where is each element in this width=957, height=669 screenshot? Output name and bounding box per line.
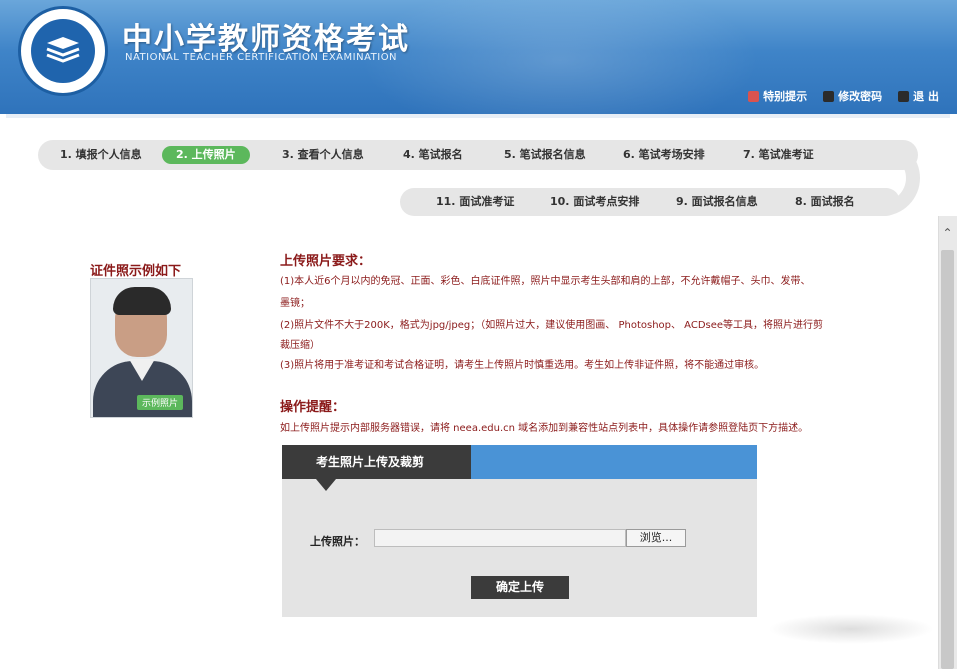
step-written-register[interactable]: 4. 笔试报名 <box>403 146 463 164</box>
photo-hair <box>113 287 171 315</box>
requirement-line: (1)本人近6个月以内的免冠、正面、彩色、白底证件照，照片中显示考生头部和肩的上… <box>280 276 811 287</box>
step-interview-admission[interactable]: 11. 面试准考证 <box>436 193 514 211</box>
panel-tab-arrow <box>316 479 336 491</box>
step-written-room[interactable]: 6. 笔试考场安排 <box>623 146 705 164</box>
upload-panel: 考生照片上传及裁剪 上传照片： 浏览... 确定上传 <box>282 445 757 617</box>
top-links: 特别提示 修改密码 退 出 <box>748 88 939 104</box>
blurred-watermark <box>768 614 934 644</box>
change-password-link[interactable]: 修改密码 <box>823 88 882 104</box>
example-badge: 示例照片 <box>137 395 184 410</box>
page-header: 中小学教师资格考试 NATIONAL TEACHER CERTIFICATION… <box>0 0 957 114</box>
logout-label: 退 出 <box>913 90 939 103</box>
browse-button[interactable]: 浏览... <box>626 529 686 547</box>
step-upload-photo[interactable]: 2. 上传照片 <box>162 146 250 164</box>
chevron-up-icon[interactable]: ⌃ <box>941 226 954 240</box>
confirm-upload-button[interactable]: 确定上传 <box>471 576 569 599</box>
panel-header-bar <box>471 445 757 479</box>
step-view-info[interactable]: 3. 查看个人信息 <box>282 146 364 164</box>
panel-title: 考生照片上传及裁剪 <box>282 445 471 479</box>
upload-file-input[interactable] <box>374 529 626 547</box>
requirement-line: 裁压缩） <box>280 340 320 351</box>
book-icon <box>46 37 80 63</box>
logout-icon <box>898 90 910 102</box>
requirement-line: (2)照片文件不大于200K，格式为jpg/jpeg；（如照片过大，建议使用图画… <box>280 320 824 331</box>
tip-text: 如上传照片提示内部服务器错误，请将 neea.edu.cn 域名添加到兼容性站点… <box>280 423 809 434</box>
scrollbar-thumb[interactable] <box>941 250 954 669</box>
step-interview-site[interactable]: 10. 面试考点安排 <box>550 193 639 211</box>
warning-icon <box>748 90 760 102</box>
logout-link[interactable]: 退 出 <box>898 88 939 104</box>
header-decoration <box>360 0 760 114</box>
key-icon <box>823 90 835 102</box>
site-subtitle: NATIONAL TEACHER CERTIFICATION EXAMINATI… <box>125 52 398 63</box>
step-written-admission[interactable]: 7. 笔试准考证 <box>743 146 814 164</box>
example-photo-title: 证件照示例如下 <box>90 264 182 279</box>
step-interview-register-info[interactable]: 9. 面试报名信息 <box>676 193 758 211</box>
example-photo: 示例照片 <box>90 278 193 418</box>
step-written-register-info[interactable]: 5. 笔试报名信息 <box>504 146 586 164</box>
requirement-line: 墨镜； <box>280 298 310 309</box>
step-fill-info[interactable]: 1. 填报个人信息 <box>60 146 142 164</box>
change-password-label: 修改密码 <box>838 90 883 103</box>
step-interview-register[interactable]: 8. 面试报名 <box>795 193 855 211</box>
exam-logo <box>18 6 108 96</box>
upload-label: 上传照片： <box>310 535 365 548</box>
tip-title: 操作提醒： <box>280 400 346 415</box>
special-notice-label: 特别提示 <box>763 90 808 103</box>
requirement-line: (3)照片将用于准考证和考试合格证明，请考生上传照片时慎重选用。考生如上传非证件… <box>280 360 765 371</box>
requirements-title: 上传照片要求： <box>280 254 372 269</box>
special-notice-link[interactable]: 特别提示 <box>748 88 807 104</box>
